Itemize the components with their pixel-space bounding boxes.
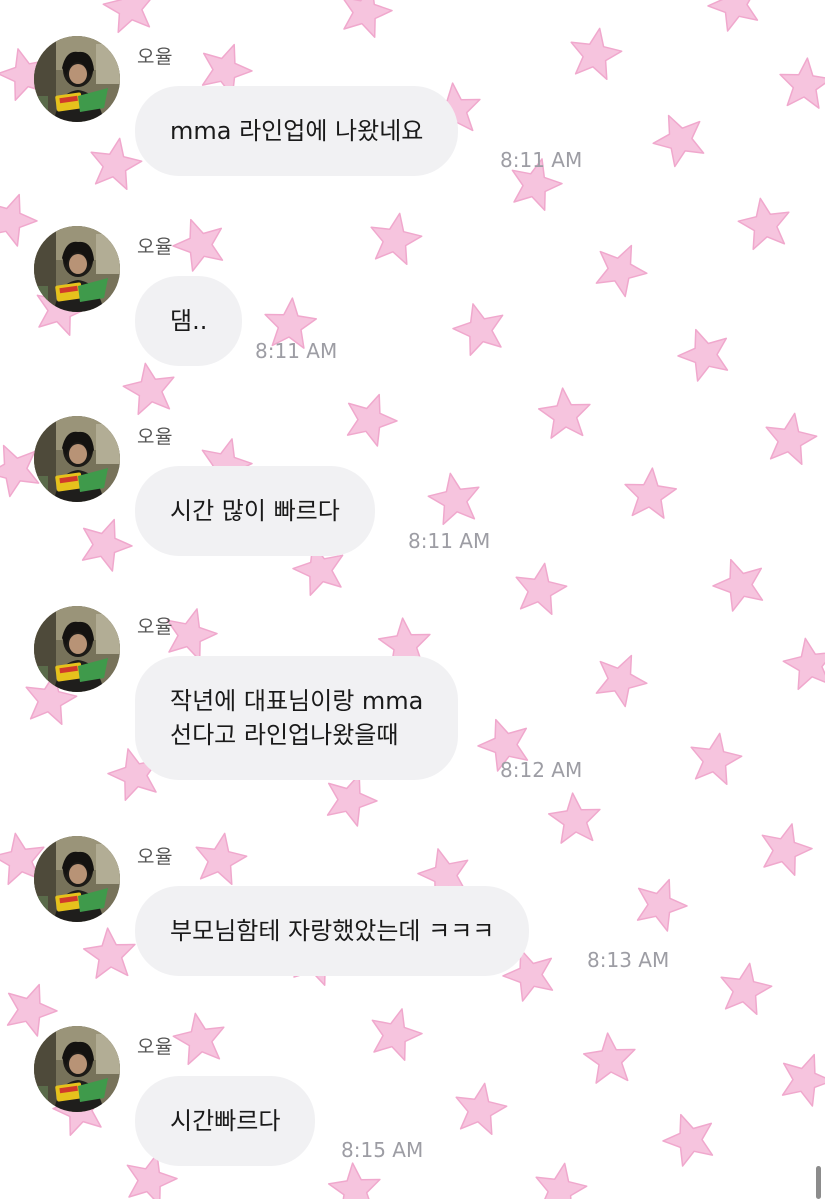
vertical-scrollbar[interactable] <box>816 1166 821 1199</box>
profile-photo <box>34 416 120 502</box>
message-text-line: 부모님함테 자랑했았는데 ㅋㅋㅋ <box>170 917 495 945</box>
message-bubble[interactable]: 시간 많이 빠르다 <box>135 466 375 556</box>
profile-photo <box>34 226 120 312</box>
message-text-line: 시간 많이 빠르다 <box>170 497 340 525</box>
avatar[interactable] <box>34 226 120 312</box>
avatar[interactable] <box>34 836 120 922</box>
message-text-line: 시간빠르다 <box>170 1107 281 1135</box>
message-timestamp: 8:11 AM <box>500 148 583 172</box>
message-bubble[interactable]: 작년에 대표님이랑 mma 선다고 라인업나왔을때 <box>135 656 459 780</box>
sender-name: 오율 <box>137 1036 173 1058</box>
message-text-line: 댐.. <box>170 307 208 335</box>
profile-photo <box>34 1026 120 1112</box>
avatar[interactable] <box>34 416 120 502</box>
avatar[interactable] <box>34 606 120 692</box>
sender-name: 오율 <box>137 236 173 258</box>
message-bubble[interactable]: 시간빠르다 <box>135 1076 316 1166</box>
message-text-line: 선다고 라인업나왔을때 <box>170 721 399 749</box>
message-bubble[interactable]: mma 라인업에 나왔네요 <box>135 86 459 176</box>
chat-message-list[interactable]: 오율 mma 라인업에 나왔네요 8:11 AM 오율 댐.. 8:11 AM … <box>0 0 825 1199</box>
sender-name: 오율 <box>137 616 173 638</box>
profile-photo <box>34 606 120 692</box>
message-text-line: 작년에 대표님이랑 mma <box>170 687 424 715</box>
message-timestamp: 8:13 AM <box>587 948 670 972</box>
avatar[interactable] <box>34 36 120 122</box>
message-bubble[interactable]: 부모님함테 자랑했았는데 ㅋㅋㅋ <box>135 886 530 976</box>
message-text-line: mma 라인업에 나왔네요 <box>170 117 424 145</box>
message-timestamp: 8:11 AM <box>255 339 338 363</box>
profile-photo <box>34 36 120 122</box>
message-timestamp: 8:12 AM <box>500 758 583 782</box>
message-timestamp: 8:11 AM <box>408 529 491 553</box>
profile-photo <box>34 836 120 922</box>
message-timestamp: 8:15 AM <box>341 1138 424 1162</box>
avatar[interactable] <box>34 1026 120 1112</box>
sender-name: 오율 <box>137 46 173 68</box>
message-bubble[interactable]: 댐.. <box>135 276 243 366</box>
sender-name: 오율 <box>137 426 173 448</box>
sender-name: 오율 <box>137 846 173 868</box>
